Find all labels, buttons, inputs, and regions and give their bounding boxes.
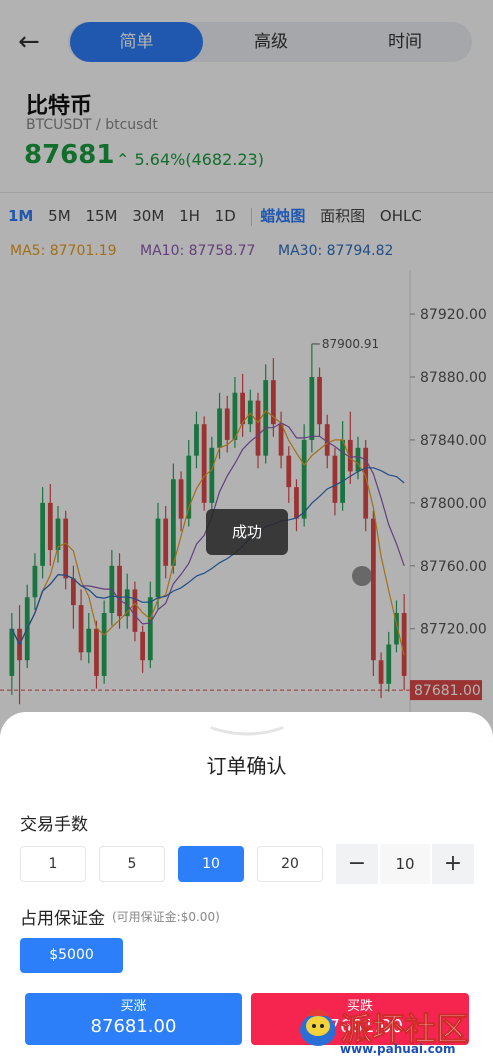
quantity-input[interactable]: 10 xyxy=(380,844,430,884)
buy-label: 买涨 xyxy=(120,999,147,1014)
buy-price: 87681.00 xyxy=(90,1016,177,1037)
lot-option-5[interactable]: 5 xyxy=(99,846,165,882)
watermark-logo: 派坏社区 www.pahuai.com xyxy=(296,996,486,1060)
mascot-icon xyxy=(300,1009,336,1046)
lots-label: 交易手数 xyxy=(20,815,88,835)
buy-up-button[interactable]: 买涨 87681.00 xyxy=(25,993,242,1045)
chevron-down-icon[interactable] xyxy=(210,726,284,740)
available-margin: (可用保证金:$0.00) xyxy=(112,910,220,924)
margin-option-button[interactable]: $5000 xyxy=(20,938,123,973)
quantity-stepper: − 10 + xyxy=(336,844,474,884)
floating-dot[interactable] xyxy=(352,566,372,586)
plus-button[interactable]: + xyxy=(432,844,474,884)
watermark-url: www.pahuai.com xyxy=(340,1042,456,1056)
minus-button[interactable]: − xyxy=(336,844,378,884)
margin-label: 占用保证金 xyxy=(20,909,105,929)
sheet-title: 订单确认 xyxy=(206,754,287,778)
lot-option-20[interactable]: 20 xyxy=(257,846,323,882)
lot-option-10[interactable]: 10 xyxy=(178,846,244,882)
lot-option-1[interactable]: 1 xyxy=(20,846,86,882)
success-toast: 成功 xyxy=(206,509,288,555)
